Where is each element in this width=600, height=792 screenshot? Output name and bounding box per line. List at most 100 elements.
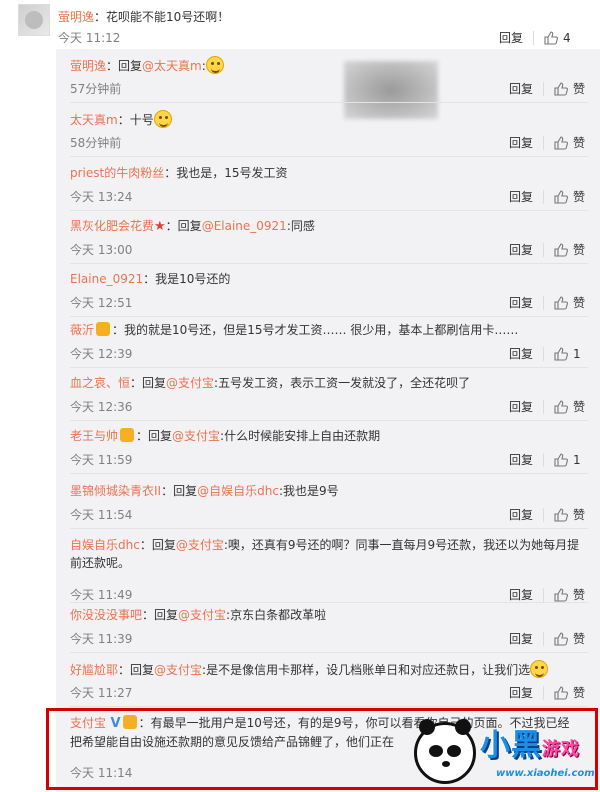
like-button[interactable]: 4 (544, 31, 578, 45)
like-count: 赞 (573, 296, 586, 310)
reply-username[interactable]: priest的牛肉粉丝 (70, 166, 164, 180)
reply-username[interactable]: 老王与帅 (70, 429, 118, 443)
like-button[interactable]: 赞 (554, 241, 588, 258)
reply-text-line: 你没没没事吧：回复@支付宝:京东白条都改革啦 (70, 606, 580, 624)
comment-username[interactable]: 萤明逸 (58, 10, 94, 24)
reply-prefix: ：回复 (139, 538, 176, 552)
divider (543, 135, 544, 150)
reply-prefix: ：我是10号还的 (143, 272, 231, 286)
divider (543, 587, 544, 602)
reply-prefix: ：我也是，15号发工资 (164, 166, 288, 180)
reply-actions: 回复 赞 (509, 586, 588, 603)
reply-text-line: Elaine_0921：我是10号还的 (70, 270, 580, 288)
reply-username[interactable]: 你没没没事吧 (70, 608, 142, 622)
reply-button[interactable]: 回复 (509, 506, 533, 523)
reply-actions: 回复 1 (509, 451, 588, 468)
divider (543, 399, 544, 414)
reply-button[interactable]: 回复 (509, 345, 533, 362)
comment-meta: 今天 11:12 回复 4 (58, 29, 578, 45)
row-divider (70, 602, 588, 603)
like-button[interactable]: 赞 (554, 684, 588, 701)
like-button[interactable]: 赞 (554, 294, 588, 311)
mention-link[interactable]: @自娱自乐dhc (197, 484, 279, 498)
reply-username[interactable]: 萤明逸 (70, 59, 106, 73)
reply-username[interactable]: 黑灰化肥会花费 (70, 219, 154, 233)
like-button[interactable]: 1 (554, 347, 588, 361)
reply-time: 今天 12:36 (70, 400, 133, 414)
reply-row: 薇沂 ：我的就是10号还，但是15号才发工资…… 很少用，基本上都刷信用卡…… 今天… (56, 321, 600, 371)
reply-username[interactable]: 血之哀、恒 (70, 376, 130, 390)
vip-badge-icon (96, 322, 111, 336)
reply-actions: 回复 赞 (509, 398, 588, 415)
reply-username[interactable]: 太天真m (70, 113, 118, 127)
like-count: 赞 (573, 508, 586, 522)
watermark-logo: 小黑游戏 (480, 720, 580, 764)
reply-row: Elaine_0921：我是10号还的 今天 12:51 回复 赞 (56, 270, 600, 320)
reply-row: 自娱自乐dhc：回复@支付宝:噢，还真有9号还的啊？同事一直每月9号还款，我还以… (56, 536, 600, 603)
mention-link[interactable]: @支付宝 (166, 376, 214, 390)
reply-username[interactable]: 薇沂 (70, 323, 94, 337)
reply-text-line: priest的牛肉粉丝：我也是，15号发工资 (70, 164, 580, 182)
reply-username[interactable]: Elaine_0921 (70, 272, 143, 286)
row-divider (70, 210, 588, 211)
like-count: 赞 (573, 400, 586, 414)
like-count: 1 (573, 452, 581, 467)
mention-link[interactable]: @支付宝 (154, 663, 202, 677)
like-button[interactable]: 赞 (554, 398, 588, 415)
reply-row: 太天真m：十号 58分钟前 回复 赞 (56, 110, 600, 160)
mention-link[interactable]: @支付宝 (172, 429, 220, 443)
reply-button[interactable]: 回复 (509, 684, 533, 701)
reply-prefix: ：回复 (142, 608, 179, 622)
mention-link[interactable]: @支付宝 (178, 608, 226, 622)
panda-logo-icon (414, 719, 476, 784)
row-divider (70, 420, 588, 421)
reply-text-line: 黑灰化肥会花费★：回复@Elaine_0921:同感 (70, 217, 580, 236)
main-comment: 萤明逸：花呗能不能10号还啊！ 今天 11:12 回复 4 (0, 0, 600, 48)
reply-actions: 回复 赞 (509, 294, 588, 311)
reply-button[interactable]: 回复 (509, 134, 533, 151)
like-button[interactable]: 赞 (554, 630, 588, 647)
reply-button[interactable]: 回复 (509, 630, 533, 647)
like-button[interactable]: 赞 (554, 586, 588, 603)
emoji-icon (205, 56, 224, 74)
reply-text-line: 血之哀、恒：回复@支付宝:五号发工资，表示工资一发就没了，全还花呗了 (70, 374, 580, 392)
mention-link[interactable]: @支付宝 (176, 538, 224, 552)
reply-button[interactable]: 回复 (509, 241, 533, 258)
reply-prefix: ：回复 (136, 429, 173, 443)
reply-button[interactable]: 回复 (499, 29, 523, 46)
reply-button[interactable]: 回复 (509, 80, 533, 97)
reply-row: priest的牛肉粉丝：我也是，15号发工资今天 13:24 回复 赞 (56, 164, 600, 214)
like-count: 赞 (573, 588, 586, 602)
reply-username[interactable]: 好尴尬耶 (70, 663, 118, 677)
comment-text: ：花呗能不能10号还啊！ (94, 10, 230, 24)
watermark-url: www.xiaohei.com (496, 768, 595, 779)
reply-button[interactable]: 回复 (509, 451, 533, 468)
like-button[interactable]: 赞 (554, 80, 588, 97)
reply-button[interactable]: 回复 (509, 398, 533, 415)
reply-prefix: ：回复 (161, 484, 198, 498)
watermark-logo-main: 小黑 (480, 728, 542, 763)
reply-username[interactable]: 墨锦倾城染青衣II (70, 484, 161, 498)
like-button[interactable]: 赞 (554, 134, 588, 151)
divider (543, 189, 544, 204)
like-button[interactable]: 1 (554, 453, 588, 467)
reply-button[interactable]: 回复 (509, 188, 533, 205)
mention-link[interactable]: @Elaine_0921 (202, 219, 287, 233)
like-count: 赞 (573, 686, 586, 700)
reply-actions: 回复 赞 (509, 684, 588, 701)
mention-link[interactable]: @太天真m (142, 59, 202, 73)
reply-time: 今天 11:49 (70, 588, 133, 602)
like-button[interactable]: 赞 (554, 506, 588, 523)
reply-button[interactable]: 回复 (509, 586, 533, 603)
watermark-logo-game: 游戏 (542, 739, 580, 760)
reply-button[interactable]: 回复 (509, 294, 533, 311)
avatar[interactable] (18, 4, 50, 36)
reply-time: 今天 13:24 (70, 190, 133, 204)
comment-time: 今天 11:12 (58, 31, 121, 45)
like-button[interactable]: 赞 (554, 188, 588, 205)
divider (543, 81, 544, 96)
like-count: 赞 (573, 632, 586, 646)
thumbs-up-icon (554, 189, 568, 204)
reply-row: 好尴尬耶：回复@支付宝:是不是像信用卡那样，设几档账单日和对应还款日，让我们选今… (56, 660, 600, 710)
reply-username[interactable]: 自娱自乐dhc (70, 538, 140, 552)
